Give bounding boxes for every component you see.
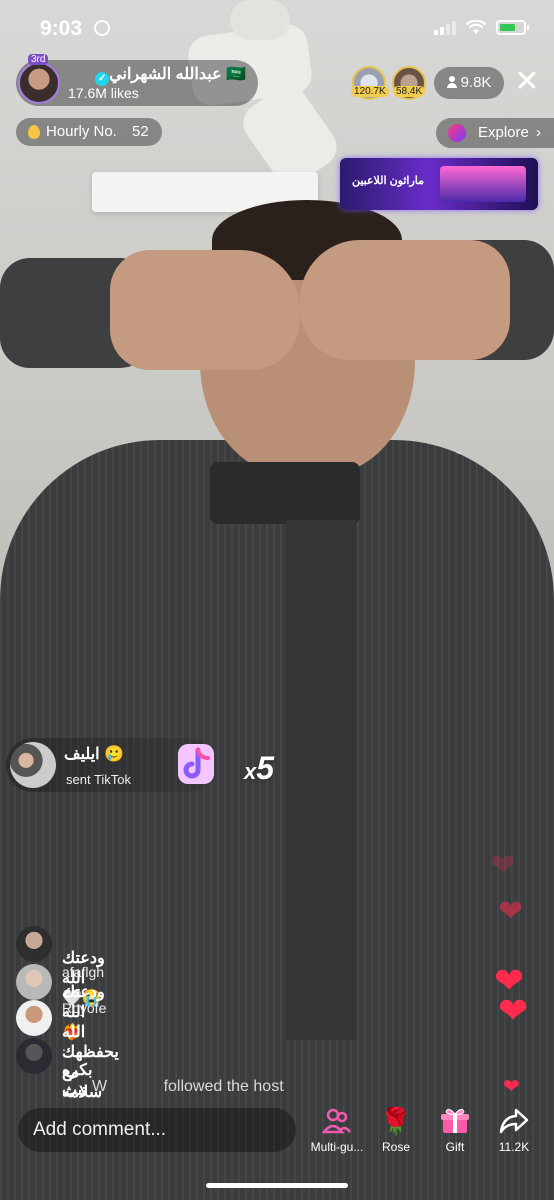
share-count: 11.2K (498, 1140, 530, 1154)
gift-button[interactable]: Gift (425, 1106, 485, 1154)
hourly-label: Hourly No. (46, 123, 117, 140)
verified-icon: ✓ (95, 72, 110, 86)
host-avatar[interactable] (18, 62, 60, 104)
flag-icon: 🇸🇦 (226, 66, 246, 83)
host-likes: 17.6M likes (68, 85, 139, 101)
follow-event: W followed the host (92, 1078, 284, 1096)
heart-icon: ❤ (498, 895, 524, 928)
avatar[interactable] (16, 926, 52, 962)
status-time: 9:03 (40, 17, 83, 40)
rose-icon: 🌹 (379, 1106, 413, 1136)
comment-username: . (62, 1038, 66, 1054)
viewer-count-button[interactable]: 9.8K (434, 67, 504, 99)
explore-label: Explore (478, 124, 529, 141)
combo-prefix: x (244, 759, 257, 784)
gift-combo: x5 (244, 750, 274, 787)
status-bar: 9:03 (0, 0, 554, 60)
follow-user: W (92, 1078, 108, 1095)
comment-placeholder: Add comment... (33, 1119, 167, 1140)
banner-text: ماراثون اللاعبين (351, 175, 425, 187)
tiktok-gift-icon (178, 744, 214, 784)
comment-username: afaflgh (62, 964, 105, 980)
event-banner[interactable]: ماراثون اللاعبين (340, 158, 538, 210)
rank-badge: 3rd (28, 54, 49, 65)
comment-username: Royofe (62, 1000, 107, 1016)
gift-sender-avatar (10, 742, 56, 788)
planet-icon (448, 124, 466, 142)
hourly-rank-button[interactable]: Hourly No. 52 (16, 118, 162, 146)
host-info[interactable]: 3rd 🇸🇦 عبدالله الشهراني✓ 17.6M likes (16, 54, 258, 106)
gift-sender-name: ايليف 🥲 (64, 746, 124, 763)
multi-guest-label: Multi-gu... (310, 1140, 364, 1154)
wifi-icon (466, 20, 486, 34)
close-button[interactable]: ✕ (512, 65, 542, 98)
share-button[interactable]: 11.2K (484, 1106, 544, 1154)
share-icon (499, 1108, 529, 1134)
close-icon: ✕ (514, 65, 540, 98)
gift-subtitle: sent TikTok (66, 772, 132, 787)
avatar[interactable] (16, 1038, 52, 1074)
hourly-value: 52 (132, 123, 149, 140)
viewer-count: 9.8K (460, 74, 492, 91)
chevron-right-icon: › (536, 124, 541, 141)
avatar[interactable] (16, 964, 52, 1000)
top-viewer-count-2: 58.4K (393, 86, 426, 97)
rose-label: Rose (381, 1140, 410, 1154)
comments-list: ودعتك الله🤍😭 afaflgh ودعتك الله❤️‍🔥 Royo… (0, 920, 340, 1101)
combo-count: 5 (256, 750, 275, 786)
cellular-signal-icon (434, 20, 456, 35)
heart-icon: ❤ (503, 1076, 520, 1098)
host-name-text: عبدالله الشهراني (109, 66, 222, 83)
person-icon (446, 76, 457, 88)
home-indicator[interactable] (206, 1183, 348, 1188)
gift-label: Gift (445, 1140, 465, 1154)
flame-icon (28, 125, 40, 139)
top-viewer-count-1: 120.7K (351, 86, 389, 97)
gift-icon (441, 1108, 469, 1133)
multi-guest-button[interactable]: Multi-gu... (307, 1106, 367, 1154)
heart-icon: ❤ (498, 990, 529, 1031)
heart-icon: ❤ (490, 849, 516, 882)
comment-text: بكره تبث (62, 1062, 93, 1099)
comment-input[interactable]: Add comment... (18, 1108, 296, 1152)
battery-icon (496, 20, 529, 35)
rose-button[interactable]: 🌹 Rose (366, 1106, 426, 1154)
multi-guest-icon (322, 1108, 351, 1134)
explore-button[interactable]: Explore › (436, 118, 554, 148)
follow-text: followed the host (163, 1078, 284, 1095)
banner-image (440, 166, 526, 202)
host-name: 🇸🇦 عبدالله الشهراني✓ (68, 64, 246, 86)
smiley-icon (94, 20, 110, 36)
live-stream-screen: 9:03 3rd 🇸🇦 عبدالله الشهراني✓ 17.6M like… (0, 0, 554, 1200)
avatar[interactable] (16, 1000, 52, 1036)
